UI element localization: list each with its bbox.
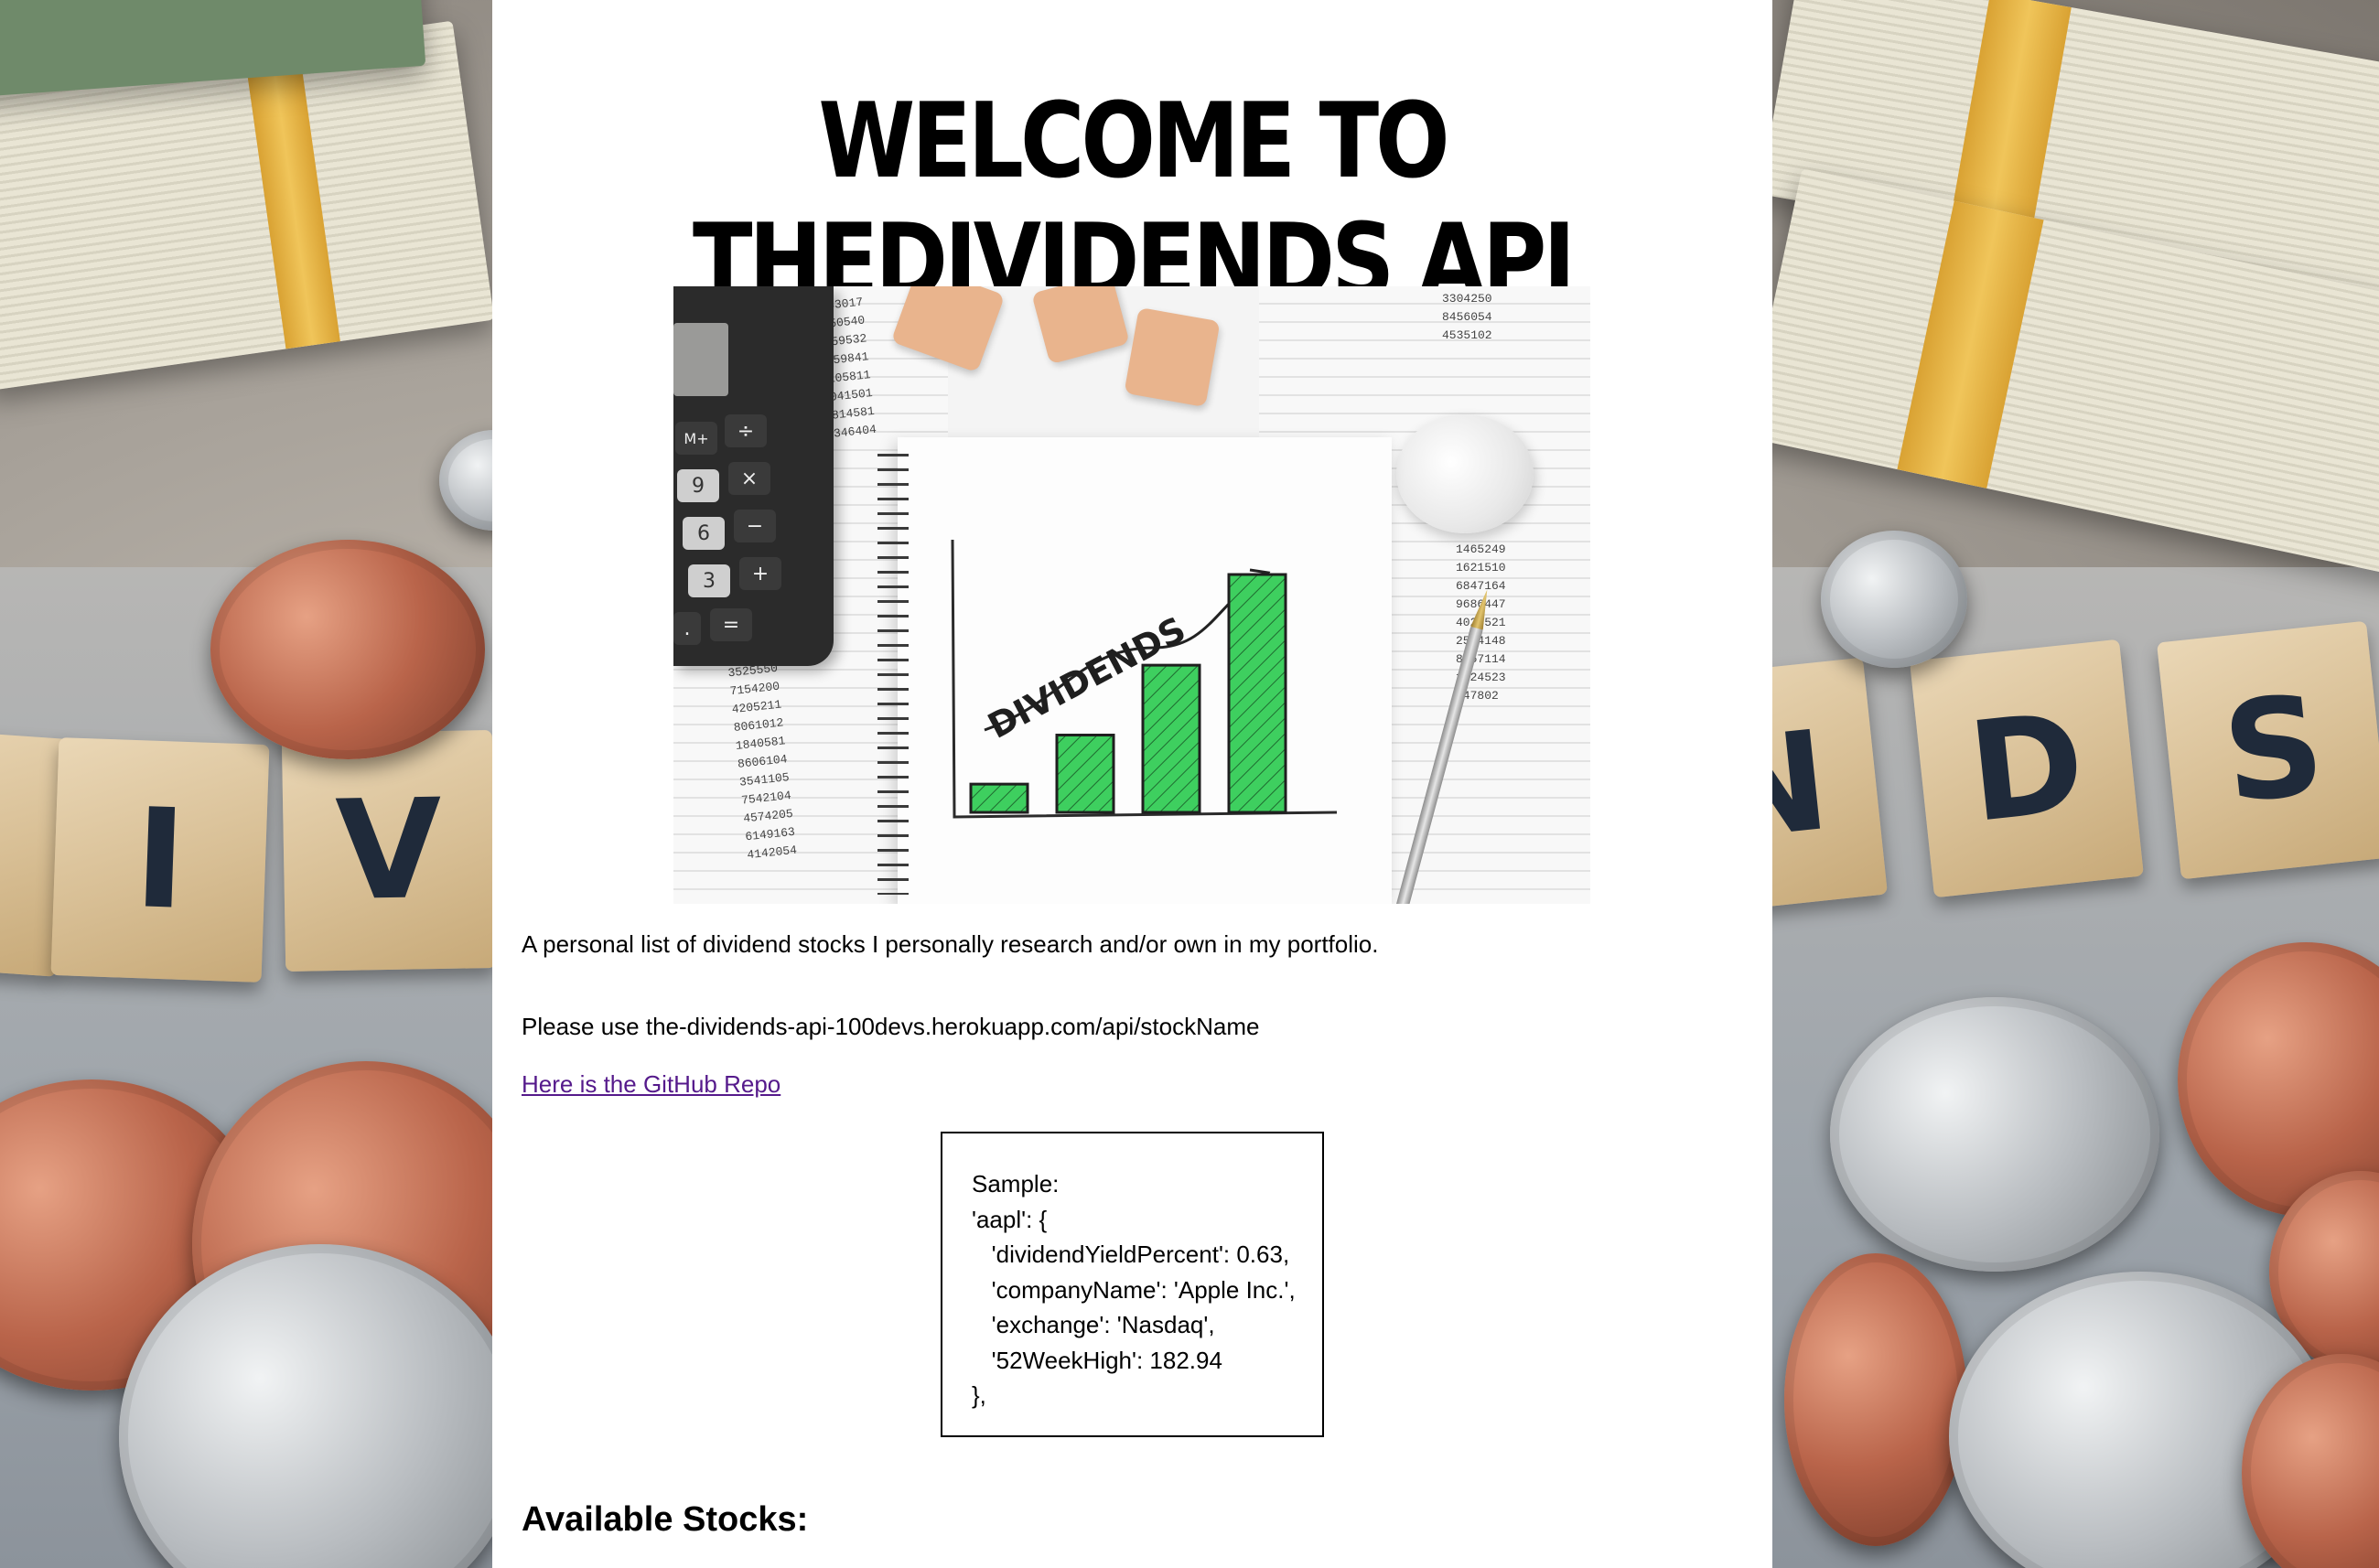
puzzle-piece — [1124, 306, 1221, 408]
intro-text: A personal list of dividend stocks I per… — [522, 930, 1379, 958]
calculator-key: 9 — [677, 469, 719, 502]
letter-tile-s: S — [2157, 620, 2379, 880]
calculator-key: M+ — [675, 422, 717, 455]
dividends-chart-drawing: DIVIDENDS — [951, 539, 1338, 819]
sample-line: 'exchange': 'Nasdaq', — [972, 1311, 1215, 1338]
sample-line: '52WeekHigh': 182.94 — [972, 1346, 1222, 1374]
calculator-key: + — [739, 557, 781, 590]
calculator-key: ÷ — [725, 414, 767, 447]
puzzle-piece — [1031, 286, 1130, 365]
hero-chart-bar — [1227, 573, 1287, 814]
sample-line: }, — [972, 1381, 986, 1409]
calculator-key: 6 — [683, 517, 725, 550]
spreadsheet-column: 3304250 8456054 4535102 — [1442, 292, 1492, 342]
sample-line: 'aapl': { — [972, 1205, 1048, 1233]
github-repo-link[interactable]: Here is the GitHub Repo — [522, 1070, 780, 1099]
quarter-coin — [1830, 997, 2159, 1272]
letter-tile-i: I — [50, 737, 270, 983]
main-content: WELCOME TO THEDIVIDENDS API 4683017 6750… — [492, 0, 1772, 1568]
calculator-key: . — [673, 612, 701, 645]
sample-line: 'companyName': 'Apple Inc.', — [972, 1275, 1296, 1304]
calculator-key: − — [734, 510, 776, 542]
hero-chart-bar — [1055, 734, 1115, 814]
hero-chart-bar — [1141, 663, 1201, 814]
calculator-key: × — [728, 462, 770, 495]
available-stocks-heading: Available Stocks: — [522, 1500, 809, 1539]
penny-coin — [1784, 1253, 1967, 1546]
sample-code-box: Sample: 'aapl': { 'dividendYieldPercent'… — [941, 1132, 1324, 1437]
calculator-key: 3 — [688, 564, 730, 597]
api-usage-text: Please use the-dividends-api-100devs.her… — [522, 1013, 1260, 1040]
sample-line: 'dividendYieldPercent': 0.63, — [972, 1240, 1290, 1268]
penny-coin — [210, 540, 485, 759]
notepad-spiral — [877, 446, 909, 895]
calculator-screen — [673, 323, 728, 396]
dividends-hero-image: 4683017 6750540 2559532 3659841 4105811 … — [673, 286, 1590, 904]
letter-tile-d: D — [1910, 639, 2144, 898]
letter-tile-v: V — [281, 730, 497, 972]
calculator: M+ ÷ 9 × 6 − 3 + . = — [673, 286, 834, 666]
dime-coin — [1821, 531, 1967, 668]
sample-line: Sample: — [972, 1170, 1060, 1197]
crumpled-paper — [1396, 414, 1534, 533]
calculator-key: = — [710, 608, 752, 641]
notepad: DIVIDENDS — [877, 437, 1392, 904]
hero-chart-bar — [969, 782, 1029, 814]
